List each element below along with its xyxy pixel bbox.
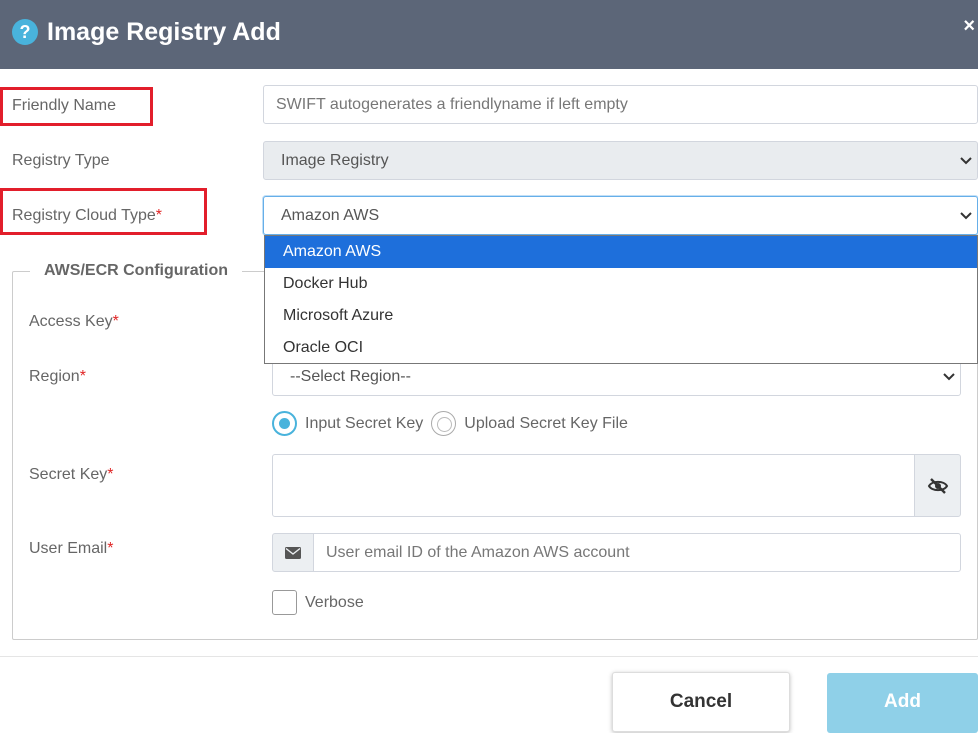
registry-cloud-type-value: Amazon AWS	[281, 207, 380, 224]
radio-input-secret-key-label[interactable]: Input Secret Key	[305, 415, 423, 433]
registry-cloud-type-dropdown: Amazon AWS Docker Hub Microsoft Azure Or…	[264, 235, 978, 364]
friendly-name-input[interactable]: SWIFT autogenerates a friendlyname if le…	[263, 85, 978, 124]
user-email-label-text: User Email	[29, 540, 108, 557]
radio-input-secret-key[interactable]	[272, 411, 297, 436]
radio-upload-secret-key-file-label[interactable]: Upload Secret Key File	[464, 415, 628, 433]
toggle-visibility-button[interactable]	[914, 454, 961, 517]
secret-key-label: Secret Key*	[29, 465, 114, 485]
required-marker: *	[155, 207, 163, 224]
secret-key-label-text: Secret Key	[29, 466, 108, 483]
dropdown-option-oracle-oci[interactable]: Oracle OCI	[265, 332, 977, 364]
access-key-label-text: Access Key	[29, 313, 113, 330]
chevron-down-icon	[943, 372, 955, 380]
required-marker: *	[79, 368, 86, 385]
required-marker: *	[107, 540, 114, 557]
dropdown-option-amazon-aws[interactable]: Amazon AWS	[265, 236, 977, 268]
region-label: Region*	[29, 367, 86, 387]
user-email-input[interactable]: User email ID of the Amazon AWS account	[313, 533, 961, 572]
radio-upload-secret-key-file[interactable]	[431, 411, 457, 436]
dialog-title: Image Registry Add	[47, 18, 281, 46]
required-marker: *	[107, 466, 114, 483]
email-addon	[272, 533, 314, 572]
secret-key-input[interactable]	[272, 454, 915, 517]
registry-type-label: Registry Type	[12, 152, 110, 169]
dropdown-option-docker-hub[interactable]: Docker Hub	[265, 268, 977, 300]
chevron-down-icon	[960, 156, 972, 164]
registry-cloud-type-select[interactable]: Amazon AWS	[263, 196, 978, 235]
registry-type-value: Image Registry	[281, 152, 389, 169]
registry-type-select[interactable]: Image Registry	[263, 141, 978, 180]
aws-config-legend: AWS/ECR Configuration	[30, 261, 242, 281]
region-label-text: Region	[29, 368, 80, 385]
friendly-name-label: Friendly Name	[12, 97, 117, 114]
dialog-header: ? Image Registry Add ×	[0, 0, 978, 69]
access-key-label: Access Key*	[29, 312, 119, 332]
close-icon[interactable]: ×	[963, 14, 975, 38]
secret-mode-radio-group: Input Secret Key Upload Secret Key File	[272, 411, 636, 436]
add-button[interactable]: Add	[827, 673, 978, 733]
user-email-label: User Email*	[29, 539, 113, 559]
required-marker: *	[112, 313, 119, 330]
footer-divider	[0, 656, 978, 657]
verbose-checkbox[interactable]	[272, 590, 297, 615]
question-circle-icon: ?	[12, 19, 38, 45]
registry-cloud-type-label-text: Registry Cloud Type	[12, 207, 156, 224]
verbose-label[interactable]: Verbose	[305, 593, 364, 613]
envelope-icon	[285, 546, 301, 559]
region-value: --Select Region--	[290, 368, 411, 385]
cancel-button[interactable]: Cancel	[612, 672, 790, 732]
chevron-down-icon	[960, 211, 972, 219]
dropdown-option-microsoft-azure[interactable]: Microsoft Azure	[265, 300, 977, 332]
registry-cloud-type-label: Registry Cloud Type*	[12, 206, 162, 226]
eye-slash-icon	[927, 477, 948, 494]
